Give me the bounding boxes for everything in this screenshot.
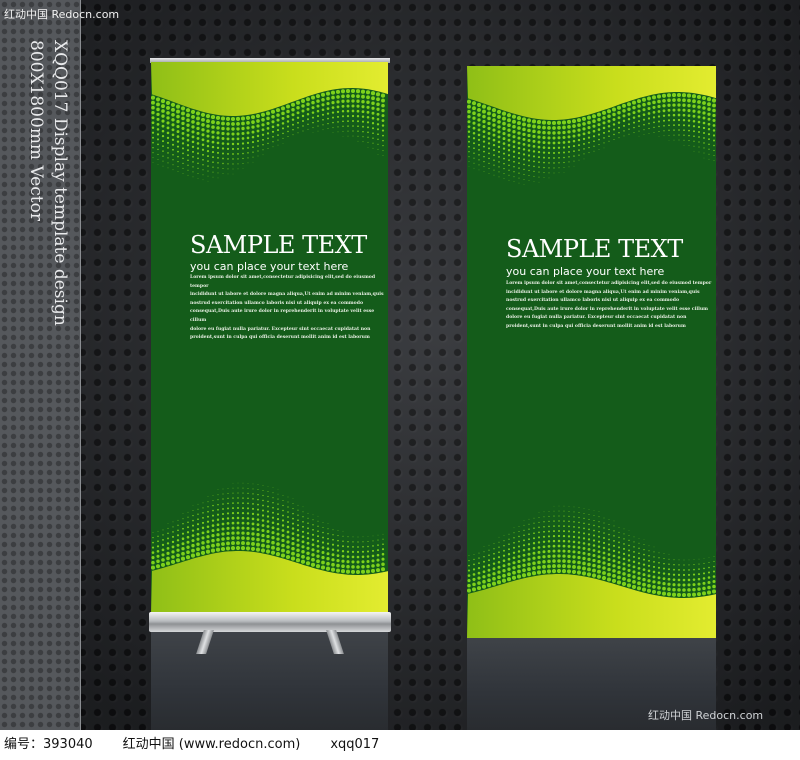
banner-subtitle: you can place your text here <box>506 265 665 278</box>
side-title-line2: 800X1800mm Vector <box>26 40 46 221</box>
side-title-text: XQQ017 Display template design 800X1800m… <box>24 40 72 326</box>
watermark-top: 红动中国 Redocn.com <box>4 8 120 21</box>
stand-base <box>149 612 391 632</box>
footer-author: xqq017 <box>330 737 380 752</box>
banner-body-line: incididunt ut labore et dolore magna ali… <box>506 289 700 295</box>
banner-body-line: consequat,Duis aute irure dolor in repre… <box>506 306 709 312</box>
banner-body-line: proident,sunt in culpa qui officia deser… <box>190 335 370 341</box>
banner-body: Lorem ipsum dolor sit amet,consectetur a… <box>190 274 388 343</box>
canvas: 红动中国 Redocn.com XQQ017 Display template … <box>0 0 800 760</box>
side-title-line1: XQQ017 Display template design <box>50 40 70 326</box>
top-wave <box>151 62 388 116</box>
banner-left: SAMPLE TEXT you can place your text here… <box>151 62 388 615</box>
footer-bar: 编号：393040 红动中国 (www.redocn.com) xqq017 <box>0 730 800 760</box>
banner-title: SAMPLE TEXT <box>190 231 367 259</box>
banner-body-line: Lorem ipsum dolor sit amet,consectetur a… <box>506 281 712 286</box>
footer-site: 红动中国 (www.redocn.com) <box>122 737 301 752</box>
banner-body-line: proident,sunt in culpa qui officia deser… <box>506 323 686 329</box>
banner-body-line: dolore eu fugiat nulla pariatur. Excepte… <box>190 326 371 332</box>
banner-body: Lorem ipsum dolor sit amet,consectetur a… <box>506 280 711 332</box>
footer-id: 编号：393040 <box>4 737 93 752</box>
banner-body-line: nostrud exercitation ullamco laboris nis… <box>190 300 364 306</box>
banner-subtitle: you can place your text here <box>190 260 349 273</box>
banner-decoration <box>467 66 716 638</box>
watermark-bottom: 红动中国 Redocn.com <box>648 709 764 722</box>
floor-reflection-left <box>151 632 388 730</box>
banner-title: SAMPLE TEXT <box>506 235 683 263</box>
banner-body-line: nostrud exercitation ullamco laboris nis… <box>506 298 680 304</box>
banner-body-line: incididunt ut labore et dolore magna ali… <box>190 292 384 298</box>
side-title: XQQ017 Display template design 800X1800m… <box>14 40 74 400</box>
banner-body-line: consequat,Duis aute irure dolor in repre… <box>190 309 375 323</box>
banner-right: SAMPLE TEXT you can place your text here… <box>467 66 716 638</box>
banner-body-line: dolore eu fugiat nulla pariatur. Excepte… <box>506 315 687 321</box>
banner-body-line: Lorem ipsum dolor sit amet,consectetur a… <box>190 275 376 289</box>
